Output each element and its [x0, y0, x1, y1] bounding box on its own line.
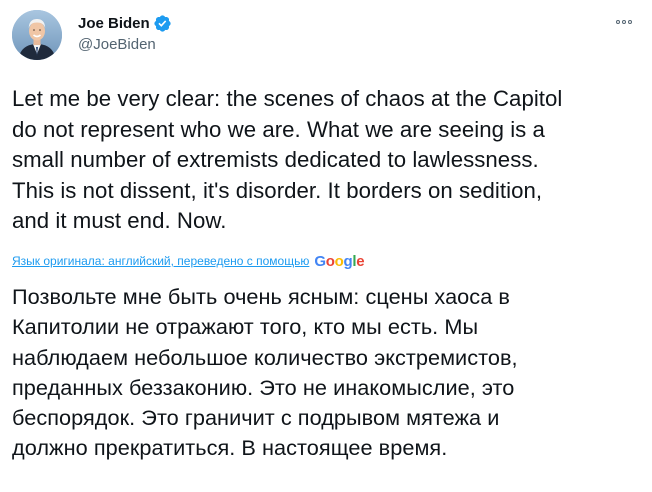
translated-text-line: должно прекратиться. В настоящее время. — [12, 435, 448, 461]
translated-text: Позвольте мне быть очень ясным: сцены ха… — [12, 282, 642, 464]
tweet-text-line: This is not dissent, it's disorder. It b… — [12, 177, 543, 203]
author-handle[interactable]: @JoeBiden — [78, 36, 172, 53]
more-options-button[interactable] — [612, 12, 636, 32]
author-names: Joe Biden @JoeBiden — [78, 13, 172, 53]
google-logo[interactable]: Google — [314, 253, 364, 270]
tweet-text-line: small number of extremists dedicated to … — [12, 147, 539, 172]
tweet-header: Joe Biden @JoeBiden — [12, 10, 640, 60]
avatar-photo-icon — [12, 10, 62, 60]
translated-text-line: наблюдаем небольшое количество экстремис… — [12, 344, 518, 370]
translation-source-link[interactable]: Язык оригинала: английский, переведено с… — [12, 254, 309, 268]
translated-text-line: Капитолии не отражают того, кто мы есть.… — [12, 314, 479, 340]
display-name-row: Joe Biden — [78, 13, 172, 33]
translated-text-line: преданных беззаконию. Это не инакомыслие… — [12, 374, 515, 400]
display-name[interactable]: Joe Biden — [78, 15, 150, 32]
translated-text-line: Позвольте мне быть очень ясным: сцены ха… — [12, 284, 510, 309]
more-dot-icon — [616, 20, 620, 24]
more-dot-icon — [628, 20, 632, 24]
tweet-text-line: do not represent who we are. What we are… — [12, 116, 545, 142]
tweet-text: Let me be very clear: the scenes of chao… — [12, 84, 642, 237]
verified-badge-icon — [154, 14, 171, 32]
tweet-text-line: Let me be very clear: the scenes of chao… — [12, 86, 563, 111]
tweet-card: Joe Biden @JoeBiden Let me be very clear… — [0, 0, 652, 492]
avatar[interactable] — [12, 10, 62, 60]
more-dot-icon — [622, 20, 626, 24]
translated-text-line: беспорядок. Это граничит с подрывом мяте… — [12, 405, 500, 431]
tweet-text-line: and it must end. Now. — [12, 208, 227, 233]
translation-attribution: Язык оригинала: английский, переведено с… — [12, 250, 365, 272]
